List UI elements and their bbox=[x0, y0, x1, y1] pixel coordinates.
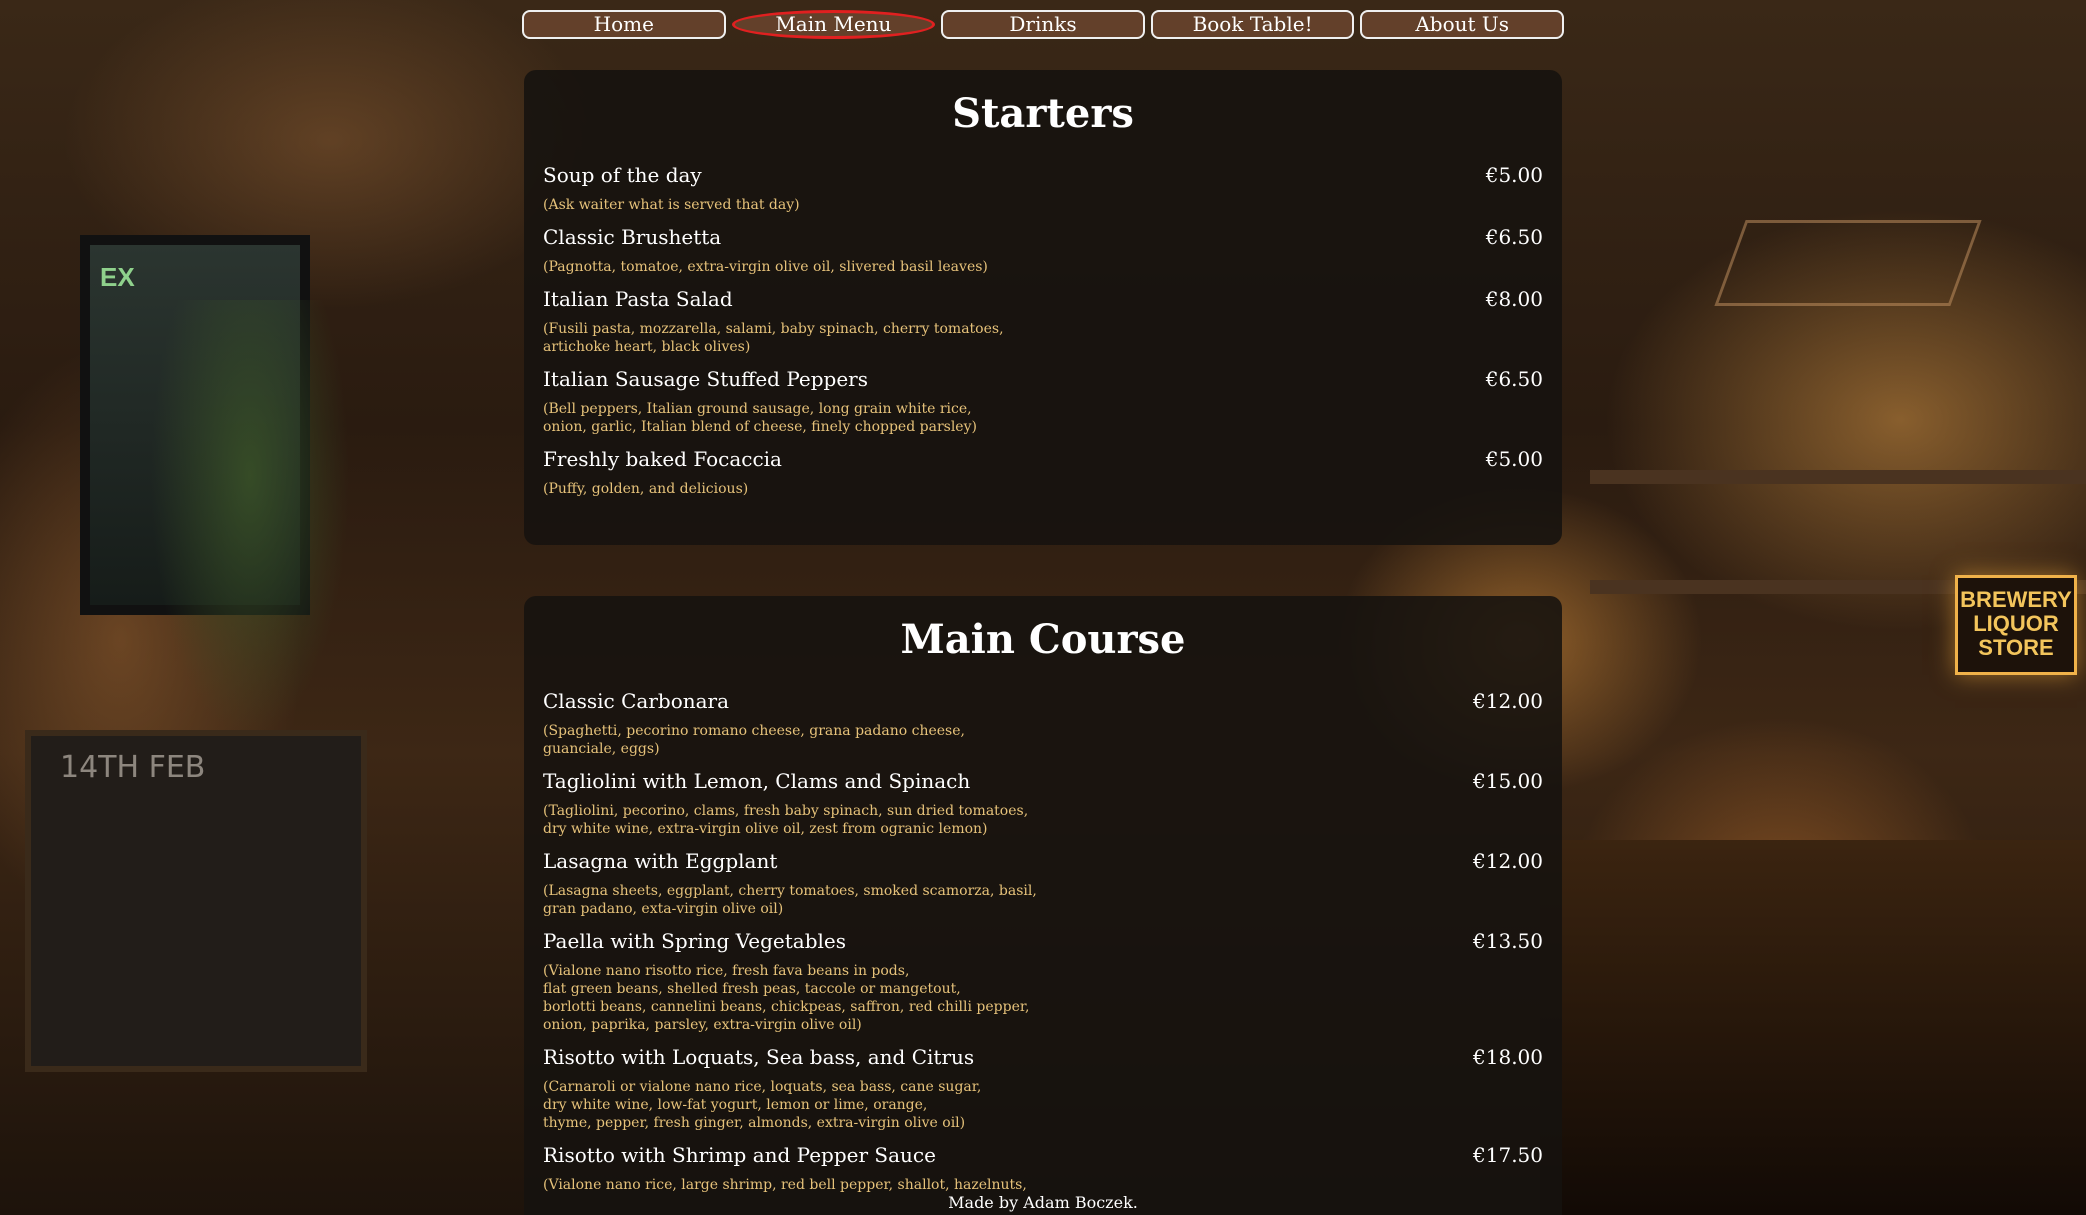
background-shelf bbox=[1590, 470, 2086, 484]
nav-book-table-button[interactable]: Book Table! bbox=[1150, 10, 1355, 39]
menu-item: Freshly baked Focaccia €5.00 (Puffy, gol… bbox=[543, 446, 1543, 498]
menu-item-description: (Bell peppers, Italian ground sausage, l… bbox=[543, 401, 977, 435]
menu-item-price: €17.50 bbox=[1473, 1143, 1543, 1167]
main-course-panel: Main Course Classic Carbonara €12.00 (Sp… bbox=[524, 596, 1562, 1215]
starters-panel: Starters Soup of the day €5.00 (Ask wait… bbox=[524, 70, 1562, 545]
menu-item: Risotto with Shrimp and Pepper Sauce €17… bbox=[543, 1142, 1543, 1194]
background-plant bbox=[150, 300, 350, 740]
menu-item: Risotto with Loquats, Sea bass, and Citr… bbox=[543, 1044, 1543, 1132]
menu-item-price: €8.00 bbox=[1485, 287, 1543, 311]
menu-item: Classic Brushetta €6.50 (Pagnotta, tomat… bbox=[543, 224, 1543, 276]
menu-item-description: (Puffy, golden, and delicious) bbox=[543, 481, 749, 497]
main-course-title: Main Course bbox=[900, 616, 1186, 663]
menu-item-price: €12.00 bbox=[1473, 689, 1543, 713]
background-bar-counter bbox=[1540, 840, 2086, 1215]
menu-item: Italian Pasta Salad €8.00 (Fusili pasta,… bbox=[543, 286, 1543, 356]
menu-item-name: Freshly baked Focaccia bbox=[543, 447, 782, 471]
menu-item-name: Risotto with Loquats, Sea bass, and Citr… bbox=[543, 1045, 975, 1069]
menu-item-price: €13.50 bbox=[1473, 929, 1543, 953]
chalkboard-text: 14TH FEB bbox=[60, 750, 206, 785]
menu-item-price: €15.00 bbox=[1473, 769, 1543, 793]
menu-item-name: Paella with Spring Vegetables bbox=[543, 929, 847, 953]
menu-item: Paella with Spring Vegetables €13.50 (Vi… bbox=[543, 928, 1543, 1034]
starters-title: Starters bbox=[952, 90, 1134, 137]
menu-item-name: Lasagna with Eggplant bbox=[543, 849, 778, 873]
menu-item-description: (Lasagna sheets, eggplant, cherry tomato… bbox=[543, 883, 1037, 917]
menu-item: Lasagna with Eggplant €12.00 (Lasagna sh… bbox=[543, 848, 1543, 918]
footer-credit: Made by Adam Boczek. bbox=[948, 1193, 1138, 1212]
menu-item-name: Classic Brushetta bbox=[543, 225, 722, 249]
menu-item-price: €6.50 bbox=[1485, 367, 1543, 391]
menu-item-price: €5.00 bbox=[1485, 163, 1543, 187]
menu-item-name: Risotto with Shrimp and Pepper Sauce bbox=[543, 1143, 936, 1167]
menu-item-description: (Ask waiter what is served that day) bbox=[543, 197, 800, 213]
background-ceiling-light bbox=[1714, 220, 1982, 306]
menu-item-name: Classic Carbonara bbox=[543, 689, 730, 713]
menu-item: Soup of the day €5.00 (Ask waiter what i… bbox=[543, 162, 1543, 214]
menu-item-description: (Vialone nano risotto rice, fresh fava b… bbox=[543, 963, 1030, 1033]
nav-home-button[interactable]: Home bbox=[522, 10, 726, 39]
menu-item-price: €18.00 bbox=[1473, 1045, 1543, 1069]
menu-item-description: (Carnaroli or vialone nano rice, loquats… bbox=[543, 1079, 982, 1131]
menu-item-description: (Spaghetti, pecorino romano cheese, gran… bbox=[543, 723, 965, 757]
menu-item: Classic Carbonara €12.00 (Spaghetti, pec… bbox=[543, 688, 1543, 758]
menu-item-name: Italian Sausage Stuffed Peppers bbox=[543, 367, 868, 391]
menu-item-description: (Vialone nano rice, large shrimp, red be… bbox=[543, 1177, 1027, 1193]
menu-item-price: €5.00 bbox=[1485, 447, 1543, 471]
menu-item-name: Italian Pasta Salad bbox=[543, 287, 733, 311]
nav-about-us-button[interactable]: About Us bbox=[1360, 10, 1564, 39]
brewery-sign: BREWERY LIQUOR STORE bbox=[1955, 575, 2077, 675]
menu-item-name: Tagliolini with Lemon, Clams and Spinach bbox=[543, 769, 971, 793]
nav-drinks-button[interactable]: Drinks bbox=[941, 10, 1145, 39]
menu-item-description: (Tagliolini, pecorino, clams, fresh baby… bbox=[543, 803, 1029, 837]
menu-item-price: €6.50 bbox=[1485, 225, 1543, 249]
menu-item: Tagliolini with Lemon, Clams and Spinach… bbox=[543, 768, 1543, 838]
exit-sign: EX bbox=[100, 262, 135, 292]
main-navigation: Home Main Menu Drinks Book Table! About … bbox=[522, 10, 1564, 39]
menu-item-description: (Pagnotta, tomatoe, extra-virgin olive o… bbox=[543, 259, 988, 275]
menu-item: Italian Sausage Stuffed Peppers €6.50 (B… bbox=[543, 366, 1543, 436]
menu-item-name: Soup of the day bbox=[543, 163, 702, 187]
nav-main-menu-button[interactable]: Main Menu bbox=[731, 10, 936, 39]
menu-item-price: €12.00 bbox=[1473, 849, 1543, 873]
menu-item-description: (Fusili pasta, mozzarella, salami, baby … bbox=[543, 321, 1004, 355]
